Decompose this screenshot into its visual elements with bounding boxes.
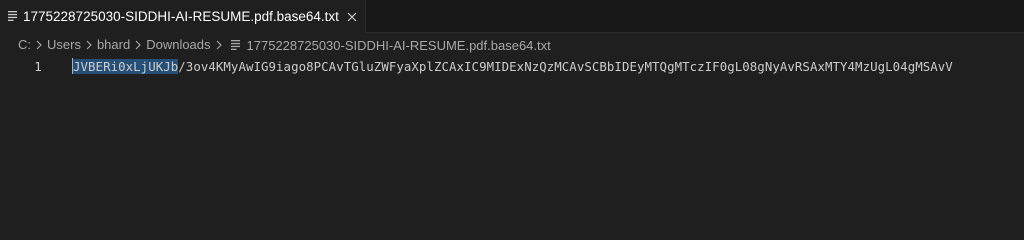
tab-bar: 1775228725030-SIDDHI-AI-RESUME.pdf.base6…	[0, 0, 1024, 34]
breadcrumb-downloads[interactable]: Downloads	[146, 35, 210, 55]
chevron-right-icon	[81, 35, 97, 55]
line-text[interactable]: /3ov4KMyAwIG9iago8PCAvTGluZWFyaXplZCAxIC…	[178, 59, 953, 74]
breadcrumb-user[interactable]: bhard	[97, 35, 130, 55]
breadcrumb-drive[interactable]: C:	[18, 35, 31, 55]
editor-area[interactable]: 1 JVBERi0xLjUKJb/3ov4KMyAwIG9iago8PCAvTG…	[0, 56, 1024, 240]
text-file-icon	[8, 11, 17, 21]
breadcrumb-file[interactable]: 1775228725030-SIDDHI-AI-RESUME.pdf.base6…	[227, 38, 551, 53]
text-file-icon	[230, 40, 240, 50]
chevron-right-icon	[130, 35, 146, 55]
breadcrumb-file-label: 1775228725030-SIDDHI-AI-RESUME.pdf.base6…	[246, 37, 551, 53]
chevron-right-icon	[31, 35, 47, 55]
code-line[interactable]: JVBERi0xLjUKJb/3ov4KMyAwIG9iago8PCAvTGlu…	[72, 58, 1024, 76]
breadcrumb-users[interactable]: Users	[47, 35, 81, 55]
chevron-right-icon	[211, 35, 227, 55]
selected-text[interactable]: JVBERi0xLjUKJb	[73, 59, 179, 74]
close-icon[interactable]	[344, 9, 360, 25]
tab-active-file[interactable]: 1775228725030-SIDDHI-AI-RESUME.pdf.base6…	[0, 0, 366, 34]
line-number: 1	[34, 59, 42, 74]
breadcrumb: C: Users bhard Downloads 1775228725030-S…	[18, 35, 551, 55]
tab-title: 1775228725030-SIDDHI-AI-RESUME.pdf.base6…	[23, 9, 339, 24]
